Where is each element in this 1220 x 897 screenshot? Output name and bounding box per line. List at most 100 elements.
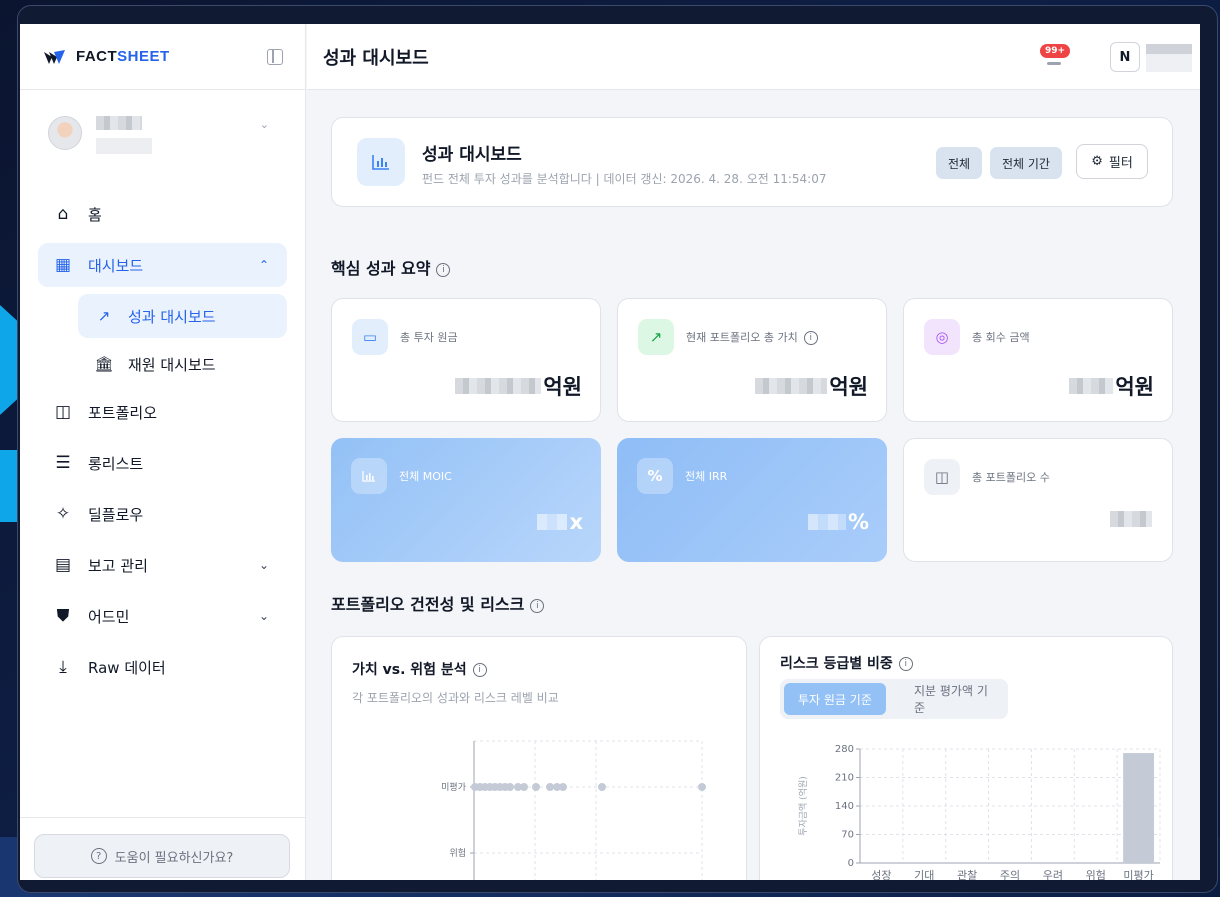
chevron-down-icon[interactable]: ⌄ [259,558,269,572]
kpi-label: 현재 포트폴리오 총 가치 [686,331,798,344]
kpi-value-redacted [455,378,542,394]
filter-button[interactable]: ⚙ 필터 [1076,144,1148,179]
tab-equity-valuation[interactable]: 지분 평가액 기준 [900,683,1008,715]
kpi-unit: 억원 [543,375,582,399]
kpi-label: 총 투자 원금 [400,331,458,344]
bank-icon: 🏛 [94,355,114,373]
user-role-redacted [96,138,152,154]
x-tick-label: 기대 [914,869,934,880]
x-tick-label: 위험 [1086,869,1106,880]
tab-investment-principal[interactable]: 투자 원금 기준 [784,683,886,715]
summary-section-title: 핵심 성과 요약 i [331,255,451,279]
summary-title-text: 핵심 성과 요약 [331,259,431,278]
app-window: FACTSHEET ⌄ ⌂ 홈 ▦ 대시보드 ⌃ ↗ 성과 대시보드 🏛 재원 … [20,24,1200,880]
scatter-point[interactable] [520,783,528,791]
y-tick-label: 0 [848,858,854,869]
sidebar-item-raw-data[interactable]: ⤓ Raw 데이터 [38,645,287,689]
company-logo[interactable]: N [1110,42,1140,72]
risk-share-tabs: 투자 원금 기준 지분 평가액 기준 [780,679,1008,719]
y-tick-label: 280 [835,744,854,755]
shield-icon: ⛊ [56,606,70,626]
value-risk-title-text: 가치 vs. 위험 분석 [352,662,467,678]
x-tick-label: 주의 [1000,869,1020,880]
help-button[interactable]: ? 도움이 필요하신가요? [34,834,290,878]
sidebar-item-label: 홈 [88,205,102,224]
filter-label: 필터 [1108,156,1133,171]
header-subtitle: 펀드 전체 투자 성과를 분석합니다 | 데이터 갱신: 2026. 4. 28… [422,172,827,186]
sidebar-item-reports[interactable]: ▤ 보고 관리 ⌄ [38,543,287,587]
kpi-label-wrap: 현재 포트폴리오 총 가치 i [686,329,818,345]
value-risk-panel: 가치 vs. 위험 분석 i 각 포트폴리오의 성과와 리스크 레벨 비교 미평가… [331,636,747,880]
y-tick-label: 140 [835,801,854,812]
kpi-value: x [537,510,583,534]
kpi-unit: x [569,510,583,534]
chevron-up-icon[interactable]: ⌃ [259,258,269,272]
brand-name-prefix: FACT [76,48,118,65]
kpi-value: 억원 [755,371,868,401]
factsheet-logo-icon [44,49,66,65]
info-icon[interactable]: i [472,663,487,677]
bar-chart-icon [357,138,405,186]
scatter-point[interactable] [546,783,554,791]
kpi-total-investment[interactable]: ▭ 총 투자 원금 억원 [331,298,601,422]
brand-name[interactable]: FACTSHEET [76,48,170,65]
trend-icon: ↗ [97,307,111,325]
dashboard-header-card: 성과 대시보드 펀드 전체 투자 성과를 분석합니다 | 데이터 갱신: 202… [331,117,1173,207]
scatter-point[interactable] [506,783,514,791]
scatter-point[interactable] [559,783,567,791]
kpi-unit: 억원 [1115,375,1154,399]
info-icon[interactable]: i [803,331,818,345]
kpi-label: 전체 MOIC [399,470,452,483]
period-pill[interactable]: 전체 기간 [990,147,1062,179]
kpi-portfolio-count[interactable]: ◫ 총 포트폴리오 수 [903,438,1173,562]
health-title-text: 포트폴리오 건전성 및 리스크 [331,595,525,614]
sidebar-collapse-icon[interactable] [267,49,283,65]
risk-share-panel: 리스크 등급별 비중 i 투자 원금 기준 지분 평가액 기준 0 70 140 210… [759,636,1173,880]
sidebar-item-longlist[interactable]: ☰ 롱리스트 [38,441,287,485]
sidebar-item-portfolio[interactable]: ◫ 포트폴리오 [38,390,287,434]
kpi-label: 전체 IRR [685,470,728,483]
notification-button[interactable]: 99+ [1040,44,1071,70]
bar-chart-icon [351,458,387,494]
percent-icon: % [637,458,673,494]
y-tick-label: 미평가 [441,782,466,793]
user-profile[interactable]: ⌄ [20,90,305,170]
x-tick-label: 우려 [1043,869,1063,880]
x-tick-label: 성장 [871,869,891,880]
scatter-point[interactable] [598,783,606,791]
y-tick-label: 70 [841,830,854,841]
info-icon[interactable]: i [898,657,913,671]
sidebar-item-dashboard[interactable]: ▦ 대시보드 ⌃ [38,243,287,287]
kpi-irr[interactable]: % 전체 IRR % [617,438,887,562]
sidebar-item-home[interactable]: ⌂ 홈 [38,192,287,236]
chevron-down-icon[interactable]: ⌄ [260,118,269,131]
kpi-moic[interactable]: 전체 MOIC x [331,438,601,562]
sidebar-item-dealflow[interactable]: ✧ 딜플로우 [38,492,287,536]
info-icon[interactable]: i [530,598,545,613]
kpi-current-value[interactable]: ↗ 현재 포트폴리오 총 가치 i 억원 [617,298,887,422]
scatter-point[interactable] [698,783,706,791]
x-tick-label: 관찰 [957,869,977,880]
document-icon: ▤ [54,555,72,575]
scatter-point[interactable] [532,783,540,791]
kpi-unit: 억원 [829,375,868,399]
sidebar-item-admin[interactable]: ⛊ 어드민 ⌄ [38,594,287,638]
fund-scope-pill[interactable]: 전체 [936,147,983,179]
user-name-redacted [96,116,142,130]
sidebar-item-label: 어드민 [88,607,130,626]
risk-share-bar-chart: 0 70 140 210 280 투자금액 (억원) 성장 기대 관찰 주의 우려 위험 미평가 [797,744,1161,880]
sidebar-subitem-performance-dashboard[interactable]: ↗ 성과 대시보드 [78,294,287,338]
trend-up-icon: ↗ [638,319,674,355]
info-icon[interactable]: i [436,262,451,277]
sidebar-subitem-fund-dashboard[interactable]: 🏛 재원 대시보드 [78,342,287,386]
briefcase-icon: ◫ [924,459,960,495]
sidebar-item-label: 포트폴리오 [88,403,158,422]
bell-icon [1047,62,1061,65]
kpi-total-recovered[interactable]: ◎ 총 회수 금액 억원 [903,298,1173,422]
sidebar-subitem-label: 성과 대시보드 [128,307,216,326]
sidebar-nav: ⌂ 홈 ▦ 대시보드 ⌃ ↗ 성과 대시보드 🏛 재원 대시보드 ◫ 포트폴리오 [20,170,305,689]
chevron-down-icon[interactable]: ⌄ [259,609,269,623]
y-tick-label: 210 [835,773,854,784]
bar[interactable] [1123,753,1154,863]
value-risk-title: 가치 vs. 위험 분석 i [352,659,487,679]
